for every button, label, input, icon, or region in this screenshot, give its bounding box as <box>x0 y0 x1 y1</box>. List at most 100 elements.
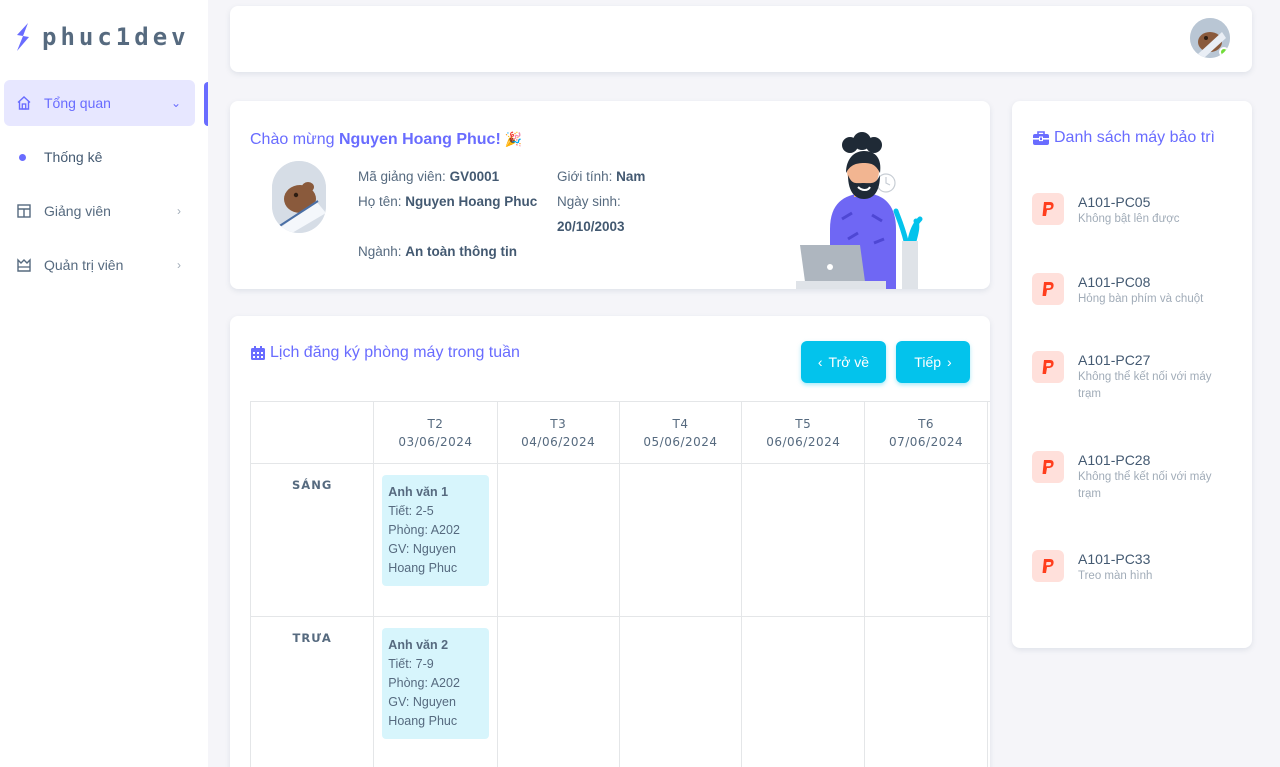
teacher-id: Mã giảng viên: GV0001 <box>358 167 499 187</box>
paypal-icon <box>1032 550 1064 582</box>
table-row: TRƯA Anh văn 2 Tiết: 7-9 Phòng: A202 GV:… <box>250 616 990 767</box>
schedule-title: Lịch đăng ký phòng máy trong tuần <box>250 344 520 362</box>
welcome-title: Chào mừng Nguyen Hoang Phuc! 🎉 <box>250 131 522 149</box>
day-name: T2 <box>427 416 444 431</box>
schedule-event[interactable]: Anh văn 1 Tiết: 2-5 Phòng: A202 GV: Nguy… <box>382 475 489 586</box>
table-cell[interactable] <box>864 616 988 767</box>
sidebar-item-label: Thống kê <box>44 149 103 165</box>
online-status-badge <box>1219 47 1229 57</box>
schedule-title-text: Lịch đăng ký phòng máy trong tuần <box>270 344 520 361</box>
event-teacher: GV: Nguyen Hoang Phuc <box>388 542 458 575</box>
table-cell[interactable]: Anh văn 1 Tiết: 2-5 Phòng: A202 GV: Nguy… <box>373 463 498 617</box>
maintenance-item[interactable]: A101-PC08 Hỏng bàn phím và chuột <box>1032 273 1232 308</box>
chevron-right-icon: › <box>947 354 952 370</box>
paypal-icon <box>1032 351 1064 383</box>
event-name: Anh văn 2 <box>388 638 449 652</box>
machine-issue: Không thể kết nối với máy trạm <box>1078 371 1212 400</box>
sidebar-item-thong-ke[interactable]: Thống kê <box>4 134 195 180</box>
teacher-id-label: Mã giảng viên: <box>358 169 450 184</box>
machine-code: A101-PC27 <box>1078 352 1151 368</box>
major: Ngành: An toàn thông tin <box>358 242 517 262</box>
user-avatar[interactable] <box>1190 18 1230 58</box>
major-value: An toàn thông tin <box>405 244 518 259</box>
crown-icon <box>16 257 32 273</box>
profile-image-icon <box>272 161 326 233</box>
maintenance-item[interactable]: A101-PC33 Treo màn hình <box>1032 550 1232 585</box>
chevron-left-icon: ‹ <box>817 354 823 370</box>
schedule-table-wrapper[interactable]: T2 03/06/2024 T3 04/06/2024 T4 05/06/2024 T… <box>250 401 990 767</box>
home-icon <box>16 95 32 111</box>
full-name-label: Họ tên: <box>358 194 406 209</box>
maintenance-item[interactable]: A101-PC28 Không thể kết nối với máy trạm <box>1032 451 1232 503</box>
machine-code: A101-PC28 <box>1078 452 1151 468</box>
teacher-id-value: GV0001 <box>449 169 500 184</box>
full-name-value: Nguyen Hoang Phuc <box>405 194 538 209</box>
sidebar-item-label: Tổng quan <box>44 95 111 111</box>
brand-mark-icon <box>17 23 29 51</box>
profile-avatar <box>272 161 326 233</box>
paypal-icon <box>1032 451 1064 483</box>
table-cell[interactable] <box>986 616 990 767</box>
sidebar-item-label: Quản trị viên <box>44 257 124 273</box>
day-name: T4 <box>672 416 689 431</box>
gender-value: Nam <box>616 169 646 184</box>
welcome-card: Chào mừng Nguyen Hoang Phuc! 🎉 Mã giảng v… <box>230 101 990 289</box>
table-header-day: T4 05/06/2024 <box>618 401 743 464</box>
table-cell[interactable] <box>618 463 743 617</box>
event-period: Tiết: 2-5 <box>388 504 434 518</box>
machine-issue: Không bật lên được <box>1078 213 1180 225</box>
table-header-day: T6 07/06/2024 <box>864 401 988 464</box>
day-date: 06/06/2024 <box>766 434 841 449</box>
event-room: Phòng: A202 <box>388 523 460 537</box>
machine-code: A101-PC05 <box>1078 194 1151 210</box>
greeting-prefix: Chào mừng <box>250 131 339 148</box>
machine-issue: Treo màn hình <box>1078 570 1153 582</box>
birthdate-value: 20/10/2003 <box>557 217 625 237</box>
chevron-right-icon: › <box>177 204 181 218</box>
machine-issue: Không thể kết nối với máy trạm <box>1078 471 1212 500</box>
chevron-down-icon: ⌄ <box>170 96 181 110</box>
table-cell[interactable] <box>496 616 620 767</box>
back-button-label: Trở về <box>828 354 870 370</box>
event-room: Phòng: A202 <box>388 676 460 690</box>
table-cell[interactable] <box>618 616 743 767</box>
sidebar-menu: Tổng quan ⌄ Thống kê Giảng viên › Quản t… <box>0 80 208 296</box>
table-header-day: T5 06/06/2024 <box>741 401 866 464</box>
table-cell[interactable] <box>741 463 866 617</box>
table-header-day: T2 03/06/2024 <box>373 401 498 464</box>
next-button[interactable]: Tiếp › <box>896 341 970 383</box>
maintenance-title-text: Danh sách máy bảo trì <box>1054 129 1215 146</box>
maintenance-card: Danh sách máy bảo trì A101-PC05 Không bật… <box>1012 101 1252 648</box>
bullet-icon <box>19 153 26 161</box>
maintenance-item[interactable]: A101-PC05 Không bật lên được <box>1032 193 1232 228</box>
machine-code: A101-PC33 <box>1078 551 1151 567</box>
event-period: Tiết: 7-9 <box>388 657 434 671</box>
table-header-day: T3 04/06/2024 <box>496 401 620 464</box>
schedule-event[interactable]: Anh văn 2 Tiết: 7-9 Phòng: A202 GV: Nguy… <box>382 628 489 739</box>
table-header-empty <box>250 401 375 464</box>
paypal-icon <box>1032 273 1064 305</box>
schedule-card: Lịch đăng ký phòng máy trong tuần ‹ Trở … <box>230 316 990 767</box>
back-button[interactable]: ‹ Trở về <box>801 341 886 383</box>
table-header-day: ( <box>986 401 990 464</box>
table-row: SÁNG Anh văn 1 Tiết: 2-5 Phòng: A202 GV:… <box>250 463 990 617</box>
sidebar: phuc1dev Tổng quan ⌄ Thống kê Giảng viên… <box>0 0 208 767</box>
paypal-icon <box>1032 193 1064 225</box>
table-cell[interactable] <box>741 616 866 767</box>
table-cell[interactable] <box>496 463 620 617</box>
machine-issue: Hỏng bàn phím và chuột <box>1078 293 1204 305</box>
table-cell[interactable]: Anh văn 2 Tiết: 7-9 Phòng: A202 GV: Nguy… <box>373 616 498 767</box>
session-label: SÁNG <box>250 463 375 617</box>
sidebar-item-tong-quan[interactable]: Tổng quan ⌄ <box>4 80 195 126</box>
sidebar-item-label: Giảng viên <box>44 203 111 219</box>
day-name: T3 <box>550 416 567 431</box>
sidebar-item-giang-vien[interactable]: Giảng viên › <box>4 188 195 234</box>
session-label: TRƯA <box>250 616 375 767</box>
day-date: 05/06/2024 <box>643 434 718 449</box>
brand-logo[interactable]: phuc1dev <box>14 22 190 52</box>
table-cell[interactable] <box>864 463 988 617</box>
maintenance-item[interactable]: A101-PC27 Không thể kết nối với máy trạm <box>1032 351 1232 403</box>
sidebar-item-quan-tri-vien[interactable]: Quản trị viên › <box>4 242 195 288</box>
birthdate-label: Ngày sinh: <box>557 194 621 209</box>
table-cell[interactable] <box>986 463 990 617</box>
